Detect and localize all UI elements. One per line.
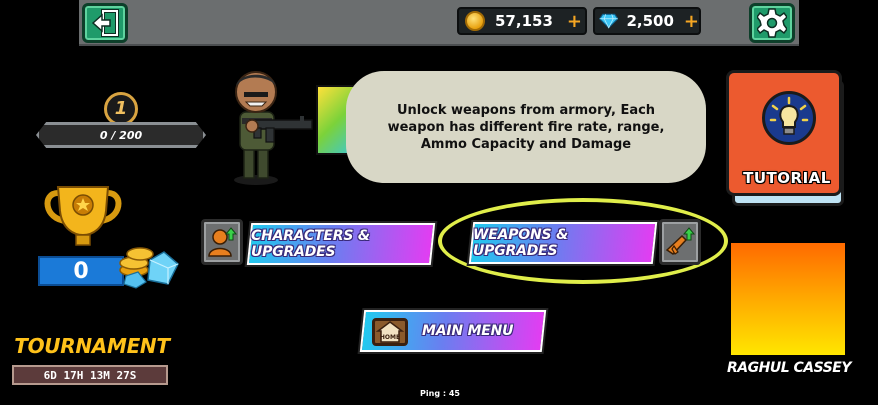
weapons-icon-tile[interactable] bbox=[659, 219, 701, 265]
lightbulb-icon bbox=[769, 96, 809, 135]
coin-icon bbox=[465, 11, 485, 31]
tutorial-label: TUTORIAL bbox=[743, 169, 831, 187]
ping-status: Ping : 45 bbox=[420, 389, 460, 398]
coins-and-gems-icon bbox=[119, 247, 179, 289]
add-gems-button[interactable]: + bbox=[684, 11, 699, 32]
main-menu-label: MAIN MENU bbox=[422, 323, 514, 339]
xp-progress-bar: 0 / 200 bbox=[36, 122, 206, 148]
house-icon: HOME bbox=[375, 321, 405, 343]
gun-upgrade-icon bbox=[665, 227, 696, 255]
character-upgrade-icon bbox=[208, 227, 237, 257]
tutorial-message-text: Unlock weapons from armory, Each weapon … bbox=[387, 102, 665, 152]
tutorial-message-bubble: Unlock weapons from armory, Each weapon … bbox=[346, 71, 706, 183]
characters-upgrades-label: CHARACTERS & UPGRADES bbox=[251, 228, 370, 260]
coin-counter: 57,153 + bbox=[457, 7, 587, 35]
home-icon: HOME bbox=[372, 318, 408, 346]
add-coins-button[interactable]: + bbox=[567, 11, 582, 32]
soldier-character bbox=[234, 71, 313, 185]
lightbulb-badge bbox=[762, 91, 816, 145]
level-badge: 1 bbox=[104, 92, 138, 126]
weapons-upgrades-button[interactable]: WEAPONS & UPGRADES bbox=[468, 222, 658, 264]
diamond-icon bbox=[599, 13, 619, 29]
weapons-upgrades-label: WEAPONS & UPGRADES bbox=[473, 227, 569, 259]
xp-text: 0 / 200 bbox=[99, 128, 143, 142]
exit-button[interactable] bbox=[82, 3, 128, 43]
tournament-timer: 6D 17H 13M 27S bbox=[12, 365, 168, 385]
gem-amount: 2,500 bbox=[626, 12, 674, 30]
tutorial-book-cover: TUTORIAL bbox=[726, 70, 842, 196]
player-name: RAGHUL CASSEY bbox=[727, 360, 851, 376]
characters-upgrades-button[interactable]: CHARACTERS & UPGRADES bbox=[246, 223, 436, 265]
home-icon-text: HOME bbox=[380, 334, 400, 341]
gem-counter: 2,500 + bbox=[593, 7, 701, 35]
gear-icon bbox=[757, 8, 787, 38]
profile-avatar[interactable] bbox=[731, 243, 845, 355]
coin-amount: 57,153 bbox=[495, 12, 553, 30]
exit-icon bbox=[91, 9, 119, 37]
tutorial-button[interactable]: TUTORIAL bbox=[726, 70, 844, 206]
characters-icon-tile[interactable] bbox=[201, 219, 243, 265]
tournament-title[interactable]: TOURNAMENT bbox=[14, 334, 170, 358]
settings-button[interactable] bbox=[749, 3, 795, 43]
